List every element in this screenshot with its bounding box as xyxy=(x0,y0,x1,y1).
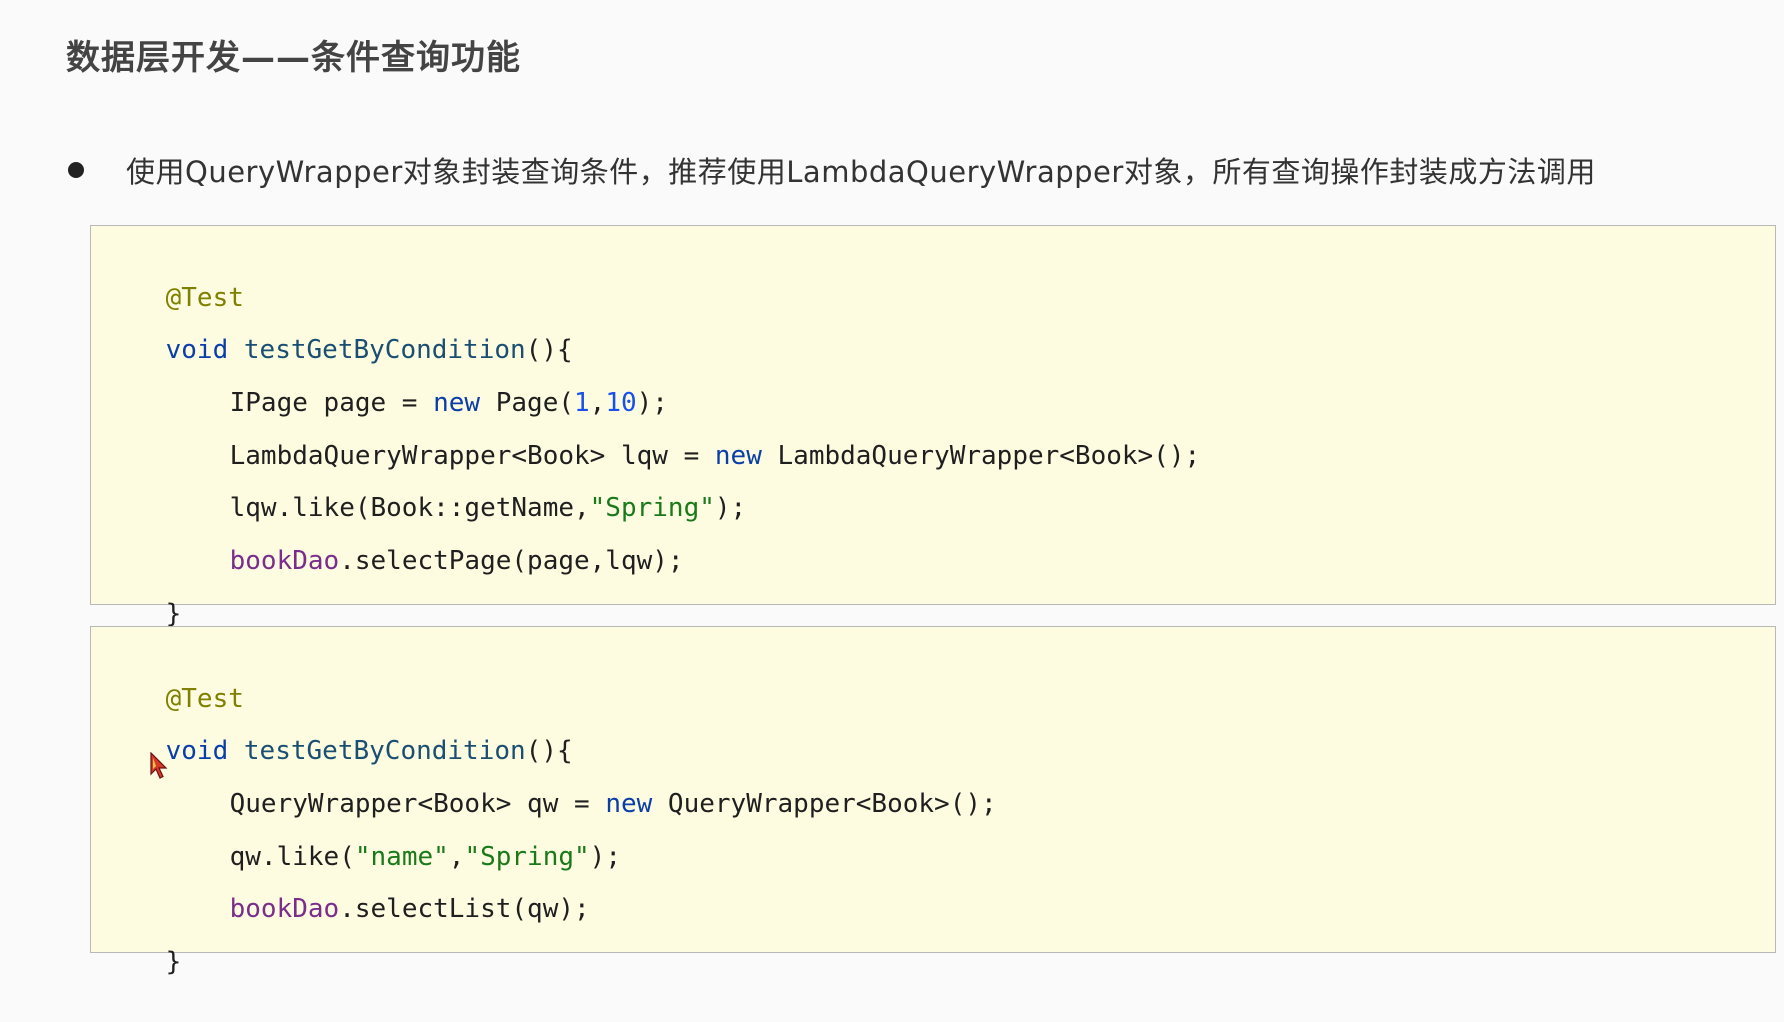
code-line-3: QueryWrapper<Book> qw = new QueryWrapper… xyxy=(167,744,997,819)
bullet-dot-icon xyxy=(68,162,84,178)
code-text: .selectPage(page,lqw); xyxy=(339,546,684,576)
code-text: } xyxy=(165,599,182,629)
code-text: ); xyxy=(589,842,621,872)
code-line-4: qw.like("name","Spring"); xyxy=(167,797,621,872)
code-line-1: @Test xyxy=(103,238,244,313)
code-line-6: bookDao.selectPage(page,lqw); xyxy=(167,501,684,576)
code-line-3: IPage page = new Page(1,10); xyxy=(167,343,668,418)
code-line-5: lqw.like(Book::getName,"Spring"); xyxy=(167,448,747,523)
mouse-pointer-icon xyxy=(150,752,168,779)
code-line-6: } xyxy=(103,902,182,977)
code-block-lambda-query: @Test void testGetByCondition(){ IPage p… xyxy=(90,225,1776,629)
code-text: LambdaQueryWrapper<Book>(); xyxy=(761,441,1201,471)
slide-title: 数据层开发——条件查询功能 xyxy=(66,38,521,78)
code-text: ); xyxy=(714,493,747,523)
code-line-1: @Test xyxy=(103,639,244,714)
field-token: bookDao xyxy=(229,894,340,924)
code-block-query-wrapper: @Test void testGetByCondition(){ QueryWr… xyxy=(90,626,1776,977)
code-text: .selectList(qw); xyxy=(339,894,590,924)
bullet-text: 使用QueryWrapper对象封装查询条件，推荐使用LambdaQueryWr… xyxy=(126,155,1596,189)
code-text: QueryWrapper<Book>(); xyxy=(652,789,997,819)
code-line-2: void testGetByCondition(){ xyxy=(103,691,573,766)
bullet-item: 使用QueryWrapper对象封装查询条件，推荐使用LambdaQueryWr… xyxy=(66,148,1596,192)
field-token: bookDao xyxy=(229,546,340,576)
code-line-4: LambdaQueryWrapper<Book> lqw = new Lambd… xyxy=(167,396,1201,471)
code-line-7: } xyxy=(103,554,182,629)
code-line-2: void testGetByCondition(){ xyxy=(103,290,573,365)
code-line-5: bookDao.selectList(qw); xyxy=(167,849,590,924)
code-text: } xyxy=(165,947,182,977)
